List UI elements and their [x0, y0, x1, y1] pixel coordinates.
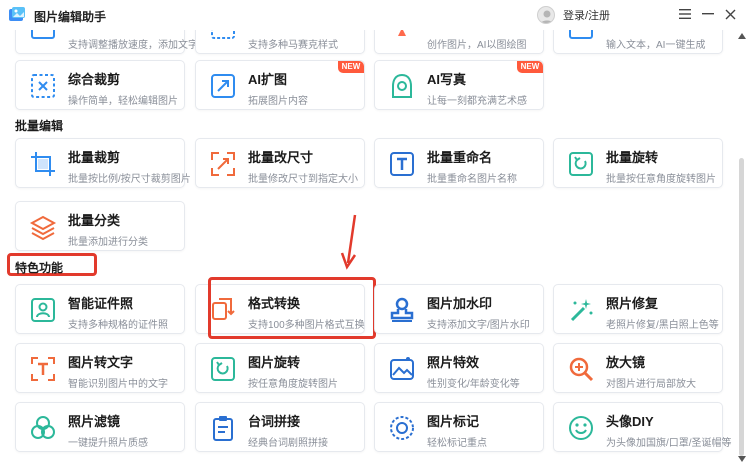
magnifier-icon — [569, 357, 594, 382]
card-image-mark[interactable]: 图片标记 轻松标记重点 — [374, 402, 544, 452]
format-convert-highlight-box — [208, 277, 376, 339]
card-batch-resize[interactable]: 批量改尺寸 批量修改尺寸到指定大小 — [195, 138, 365, 188]
new-badge: NEW — [517, 61, 543, 73]
login-link[interactable]: 登录/注册 — [563, 7, 610, 23]
card-image-to-text[interactable]: 图片转文字 智能识别图片中的文字 — [15, 343, 185, 393]
card-avatar-diy[interactable]: 头像DIY 为头像加国旗/口罩/圣诞帽等 — [553, 402, 732, 452]
clipboard-icon — [213, 416, 233, 441]
rotate-icon — [569, 152, 593, 176]
video-edit-icon — [31, 30, 55, 39]
card-batch-rotate[interactable]: 批量旋转 批量按任意角度旋转图片 — [553, 138, 723, 188]
minimize-button[interactable] — [698, 4, 718, 24]
batch-crop-icon — [31, 152, 55, 176]
new-badge: NEW — [338, 61, 364, 73]
portrait-icon — [392, 73, 412, 98]
title-bar: 图片编辑助手 登录/注册 — [0, 0, 750, 30]
login-area[interactable]: 登录/注册 — [537, 4, 610, 26]
card-magnifier[interactable]: 放大镜 对图片进行局部放大 — [553, 343, 723, 393]
hamburger-icon — [679, 9, 691, 19]
card-batch-classify[interactable]: 批量分类 批量添加进行分类 — [15, 201, 185, 251]
red-arrow-annotation — [340, 214, 357, 270]
close-button[interactable] — [720, 4, 740, 24]
expand-icon — [211, 74, 235, 98]
resize-icon — [211, 152, 235, 176]
batch-section-title: 批量编辑 — [15, 119, 64, 133]
rename-icon — [390, 152, 414, 176]
card-ai-portrait[interactable]: AI写真 让每一刻都充满艺术感 NEW — [374, 60, 544, 110]
filter-icon — [31, 416, 55, 439]
id-photo-icon — [31, 298, 55, 322]
card-batch-rename[interactable]: 批量重命名 批量重命名图片名称 — [374, 138, 544, 188]
card-watermark[interactable]: 图片加水印 支持添加文字/图片水印 — [374, 284, 544, 334]
card-image-rotate[interactable]: 图片旋转 按任意角度旋转图片 — [195, 343, 365, 393]
app-logo-icon — [9, 7, 25, 21]
card-batch-crop[interactable]: 批量裁剪 批量按比例/按尺寸裁剪图片 — [15, 138, 191, 188]
card-ai-expand[interactable]: AI扩图 拓展图片内容 NEW — [195, 60, 365, 110]
card-photo-filter[interactable]: 照片滤镜 一键提升照片质感 — [15, 402, 185, 452]
magic-wand-icon — [570, 299, 593, 322]
app-title: 图片编辑助手 — [34, 10, 107, 24]
close-icon — [725, 9, 735, 19]
rotate-icon — [211, 357, 235, 381]
ai-text-icon — [569, 30, 593, 39]
avatar[interactable] — [537, 6, 555, 24]
crop-icon — [31, 74, 55, 98]
scrollbar-thumb[interactable] — [739, 158, 744, 456]
card-photo-repair[interactable]: 照片修复 老照片修复/黑白照上色等 — [553, 284, 723, 334]
minimize-icon — [702, 13, 714, 15]
main-content: 支持调整播放速度，添加文字 支持多种马赛克样式 创作图片，AI以图绘图 输入文本… — [0, 30, 750, 465]
mosaic-icon — [211, 30, 235, 39]
card-line-stitch[interactable]: 台词拼接 经典台词剧照拼接 — [195, 402, 365, 452]
stamp-icon — [390, 297, 414, 322]
special-section-title: 特色功能 — [15, 261, 64, 275]
ocr-icon — [31, 357, 55, 381]
user-icon — [540, 10, 554, 23]
menu-button[interactable] — [675, 4, 695, 24]
ai-draw-icon — [398, 30, 406, 36]
image-effect-icon — [390, 357, 414, 380]
triangle-down-icon[interactable] — [738, 456, 746, 462]
mark-circle-icon — [390, 416, 414, 440]
layers-icon — [29, 215, 57, 241]
card-comprehensive-crop[interactable]: 综合裁剪 操作简单，轻松编辑图片 — [15, 60, 185, 110]
card-photo-effects[interactable]: 照片特效 性别变化/年龄变化等 — [374, 343, 544, 393]
card-top-3[interactable]: 创作图片，AI以图绘图 — [374, 30, 544, 54]
card-top-4[interactable]: 输入文本，AI一键生成 — [553, 30, 723, 54]
smiley-icon — [569, 416, 593, 440]
card-id-photo[interactable]: 智能证件照 支持多种规格的证件照 — [15, 284, 185, 334]
triangle-up-icon[interactable] — [738, 33, 746, 39]
card-top-2[interactable]: 支持多种马赛克样式 — [195, 30, 365, 54]
card-top-1[interactable]: 支持调整播放速度，添加文字 — [15, 30, 198, 54]
